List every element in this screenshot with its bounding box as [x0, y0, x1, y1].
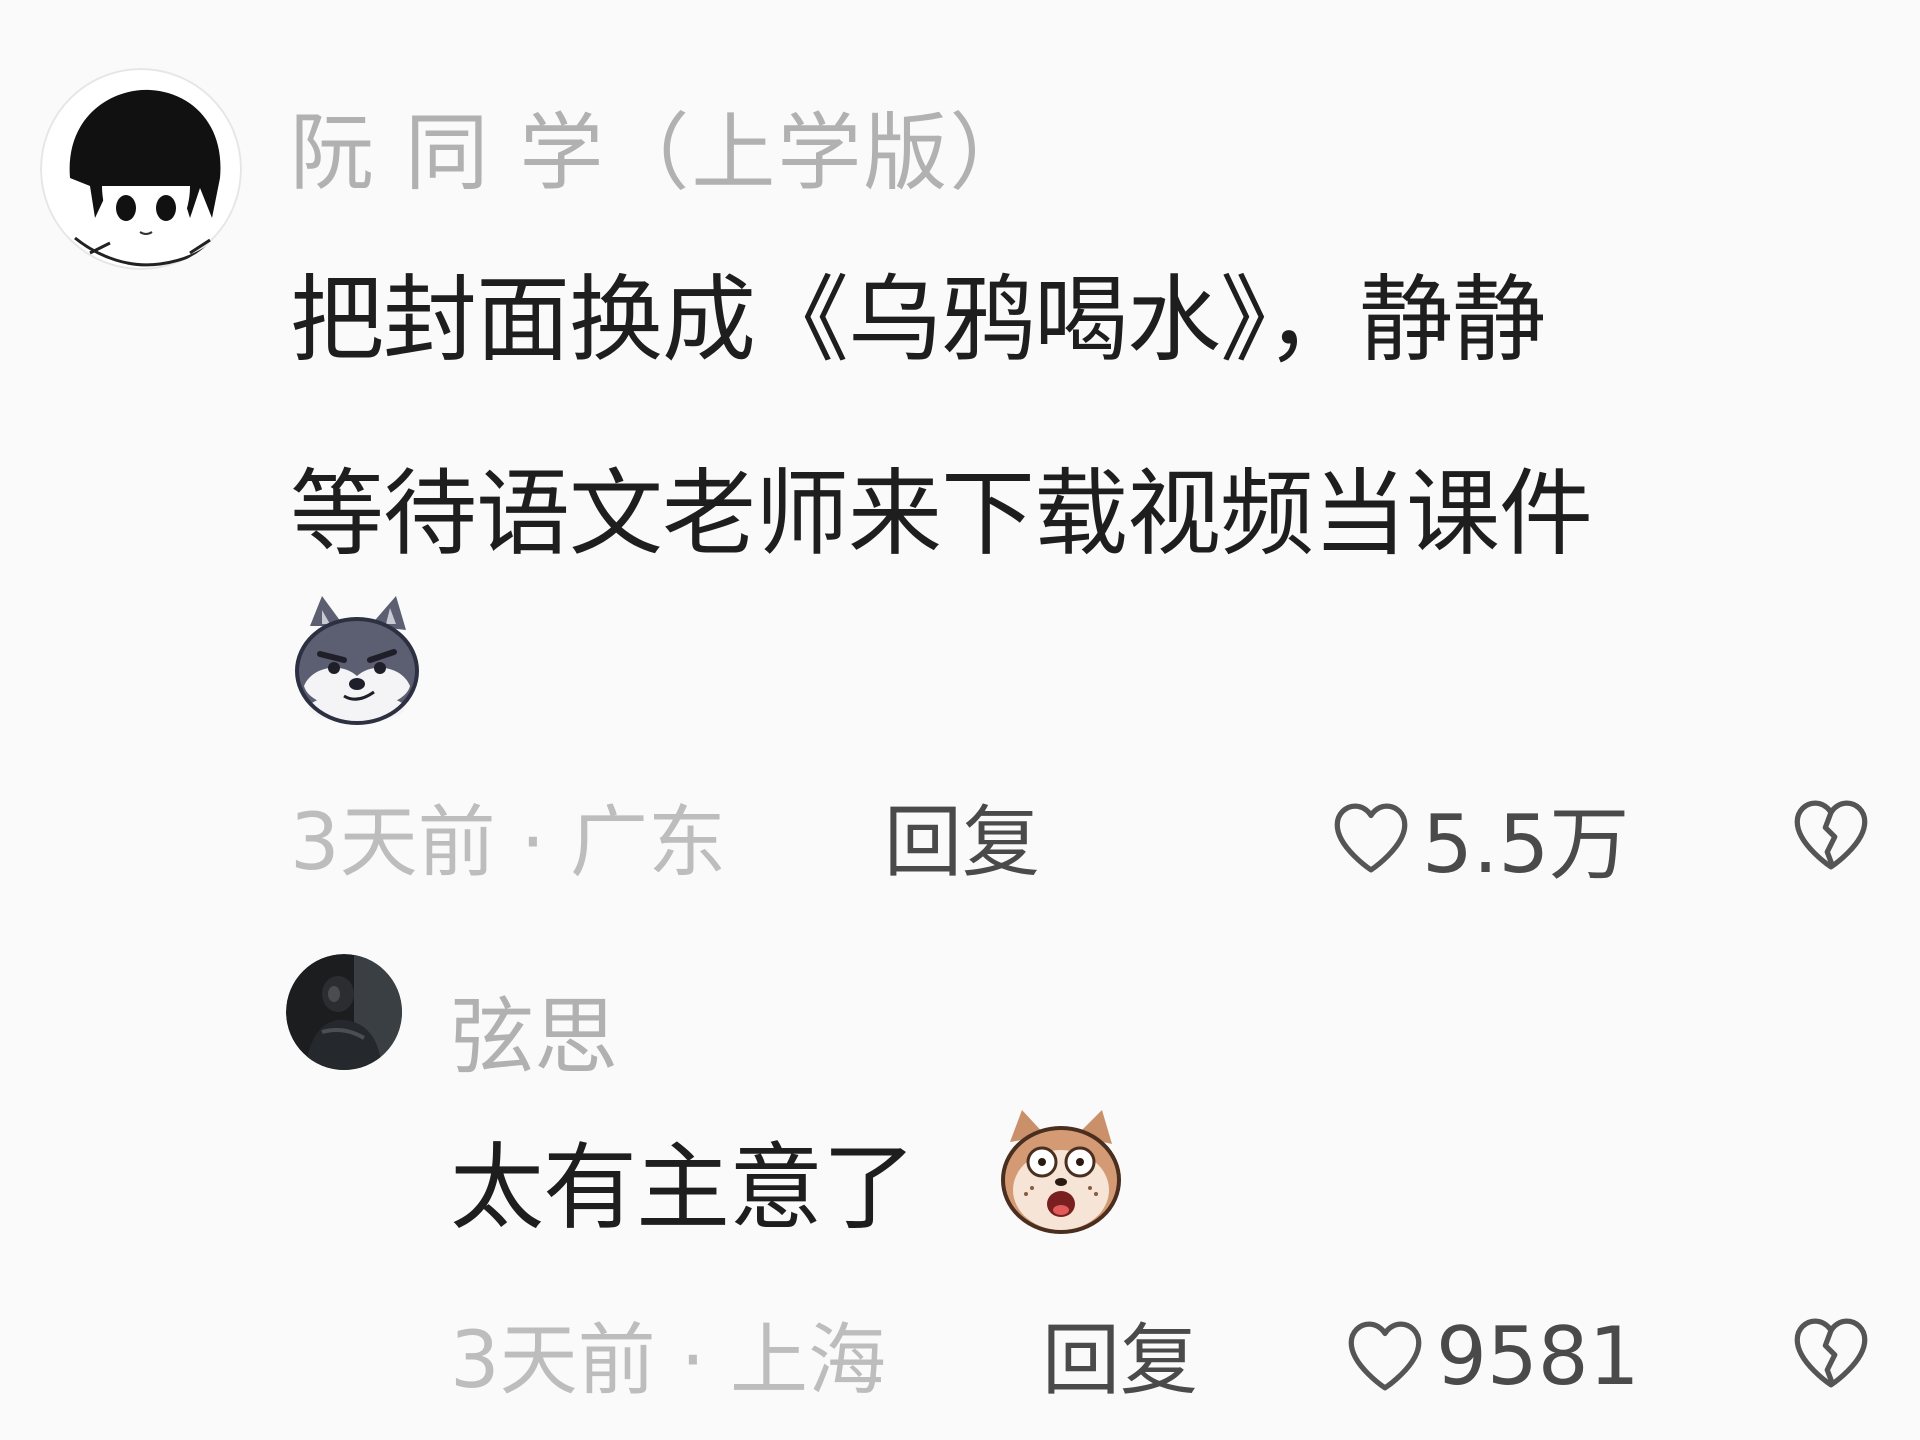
comment-text: 把封面换成《乌鸦喝水》，静静	[290, 266, 1546, 375]
like-count: 9581	[1436, 1309, 1640, 1403]
avatar[interactable]	[40, 68, 242, 270]
reply-button[interactable]: 回复	[884, 780, 1040, 892]
broken-heart-icon	[1794, 800, 1868, 870]
comment-time-location: 3天前 · 广东	[290, 780, 726, 892]
separator-dot: ·	[520, 798, 546, 888]
dislike-button[interactable]	[1786, 790, 1876, 880]
username[interactable]: 弦思	[450, 970, 618, 1091]
like-button[interactable]: 5.5万	[1326, 790, 1629, 891]
comment-location: 上海	[730, 1316, 887, 1406]
broken-heart-icon	[1794, 1318, 1868, 1388]
comment-time-location: 3天前 · 上海	[450, 1298, 886, 1410]
dog-shocked-emoji	[996, 1106, 1126, 1236]
username[interactable]: 阮 同 学（上学版）	[290, 86, 1035, 207]
dislike-button[interactable]	[1786, 1308, 1876, 1398]
heart-outline-icon	[1348, 1321, 1422, 1391]
comment-text: 等待语文老师来下载视频当课件	[290, 460, 1593, 569]
comment-time: 3天前	[290, 798, 496, 888]
avatar[interactable]	[286, 954, 402, 1070]
reply-button[interactable]: 回复	[1042, 1298, 1198, 1410]
separator-dot: ·	[680, 1316, 706, 1406]
like-button[interactable]: 9581	[1340, 1308, 1640, 1404]
comment-text: 太有主意了	[450, 1134, 916, 1243]
comment-time: 3天前	[450, 1316, 656, 1406]
husky-smirk-emoji	[292, 596, 422, 726]
like-count: 5.5万	[1422, 798, 1630, 891]
heart-outline-icon	[1334, 803, 1408, 873]
comment-location: 广东	[570, 798, 727, 888]
